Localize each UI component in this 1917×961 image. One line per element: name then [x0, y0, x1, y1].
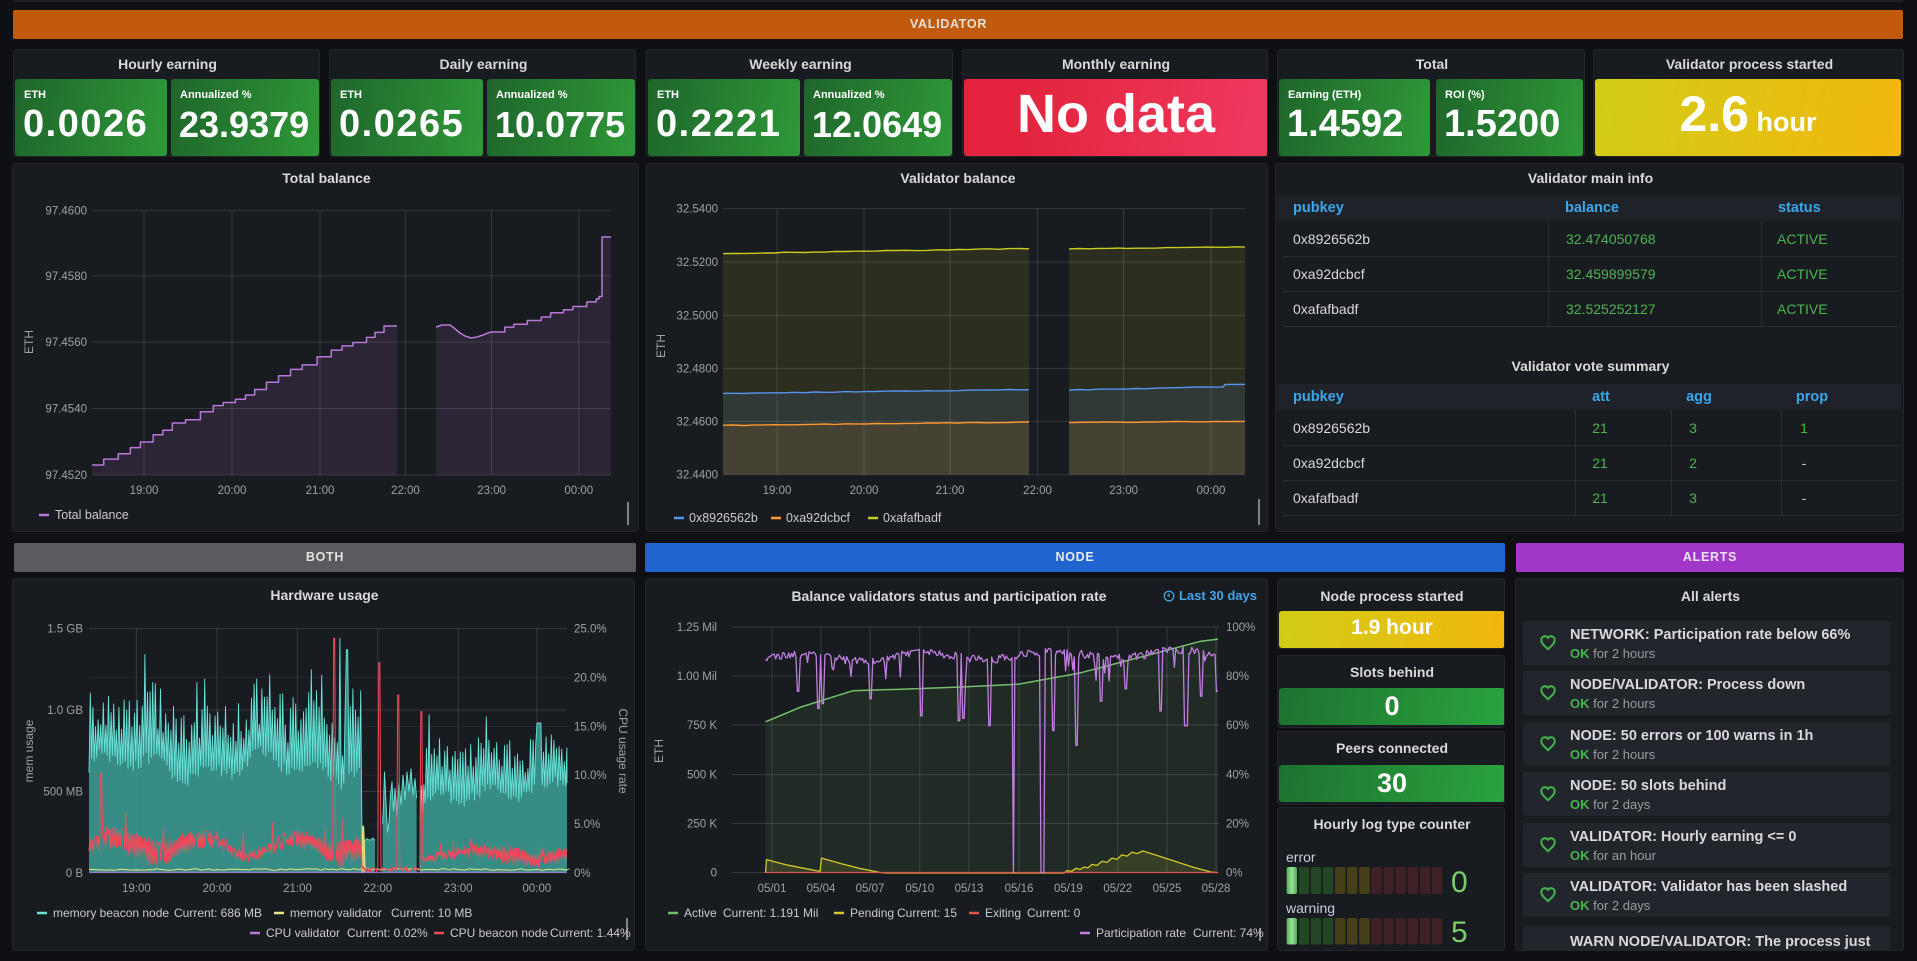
- svg-text:05/22: 05/22: [1103, 883, 1132, 895]
- svg-text:05/28: 05/28: [1202, 883, 1231, 895]
- svg-text:32.5200: 32.5200: [676, 257, 718, 269]
- svg-text:20%: 20%: [1226, 819, 1249, 831]
- svg-text:CPU usage rate: CPU usage rate: [616, 708, 630, 794]
- svg-text:500 MB: 500 MB: [43, 787, 83, 799]
- svg-text:05/16: 05/16: [1005, 883, 1034, 895]
- svg-text:05/07: 05/07: [856, 883, 885, 895]
- svg-text:97.4580: 97.4580: [45, 271, 87, 283]
- svg-text:1.0 GB: 1.0 GB: [47, 705, 83, 717]
- svg-text:warning: warning: [1285, 900, 1335, 916]
- svg-text:750 K: 750 K: [687, 720, 717, 732]
- svg-text:22:00: 22:00: [1023, 485, 1052, 497]
- svg-text:19:00: 19:00: [130, 485, 159, 497]
- svg-text:32.5000: 32.5000: [676, 310, 718, 322]
- svg-text:05/01: 05/01: [758, 883, 787, 895]
- svg-text:Current: 0.02%: Current: 0.02%: [347, 926, 428, 940]
- svg-text:CPU validator: CPU validator: [266, 926, 340, 940]
- svg-text:Pending: Pending: [850, 906, 894, 920]
- svg-text:00:00: 00:00: [523, 883, 552, 895]
- svg-text:memory validator: memory validator: [290, 906, 382, 920]
- svg-text:97.4600: 97.4600: [45, 206, 87, 218]
- svg-text:32.4400: 32.4400: [676, 470, 718, 482]
- svg-text:mem usage: mem usage: [22, 719, 36, 782]
- svg-text:Current: 1.44%: Current: 1.44%: [550, 926, 631, 940]
- svg-text:Active: Active: [684, 906, 717, 920]
- svg-text:500 K: 500 K: [687, 770, 717, 782]
- svg-text:0xafafbadf: 0xafafbadf: [883, 511, 942, 525]
- svg-text:0%: 0%: [574, 868, 591, 880]
- svg-text:21:00: 21:00: [936, 485, 965, 497]
- svg-text:21:00: 21:00: [306, 485, 335, 497]
- svg-text:250 K: 250 K: [687, 819, 717, 831]
- svg-text:32.5400: 32.5400: [676, 204, 718, 216]
- svg-text:22:00: 22:00: [363, 883, 392, 895]
- svg-text:0: 0: [711, 868, 717, 880]
- svg-text:0%: 0%: [1226, 868, 1243, 880]
- svg-text:60%: 60%: [1226, 720, 1249, 732]
- svg-text:0xa92dcbcf: 0xa92dcbcf: [786, 511, 850, 525]
- svg-text:19:00: 19:00: [122, 883, 151, 895]
- svg-text:Current: 15: Current: 15: [897, 906, 957, 920]
- svg-text:05/19: 05/19: [1054, 883, 1083, 895]
- svg-text:Current: 1.191 Mil: Current: 1.191 Mil: [723, 906, 818, 920]
- svg-text:Participation rate: Participation rate: [1096, 926, 1186, 940]
- svg-text:CPU beacon node: CPU beacon node: [450, 926, 548, 940]
- svg-text:5: 5: [1451, 916, 1468, 949]
- svg-text:Current: 686 MB: Current: 686 MB: [174, 906, 262, 920]
- svg-text:05/13: 05/13: [955, 883, 984, 895]
- svg-text:05/04: 05/04: [807, 883, 836, 895]
- svg-text:20:00: 20:00: [203, 883, 232, 895]
- svg-text:23:00: 23:00: [1109, 485, 1138, 497]
- svg-text:5.0%: 5.0%: [574, 819, 600, 831]
- svg-text:memory beacon node: memory beacon node: [53, 906, 169, 920]
- svg-text:00:00: 00:00: [564, 485, 593, 497]
- svg-text:40%: 40%: [1226, 770, 1249, 782]
- svg-text:0x8926562b: 0x8926562b: [689, 511, 758, 525]
- svg-text:ETH: ETH: [654, 334, 668, 358]
- svg-text:05/10: 05/10: [905, 883, 934, 895]
- svg-text:100%: 100%: [1226, 622, 1255, 634]
- svg-text:25.0%: 25.0%: [574, 624, 607, 636]
- svg-text:ETH: ETH: [22, 330, 36, 354]
- svg-text:97.4520: 97.4520: [45, 470, 87, 482]
- svg-text:1.00 Mil: 1.00 Mil: [677, 671, 717, 683]
- svg-text:97.4560: 97.4560: [45, 337, 87, 349]
- svg-text:05/25: 05/25: [1153, 883, 1182, 895]
- svg-text:error: error: [1286, 849, 1316, 865]
- svg-text:20:00: 20:00: [218, 485, 247, 497]
- svg-text:10.0%: 10.0%: [574, 770, 607, 782]
- svg-text:Exiting: Exiting: [985, 906, 1021, 920]
- svg-text:19:00: 19:00: [763, 485, 792, 497]
- svg-text:20:00: 20:00: [850, 485, 879, 497]
- svg-text:32.4800: 32.4800: [676, 363, 718, 375]
- svg-text:32.4600: 32.4600: [676, 416, 718, 428]
- svg-text:23:00: 23:00: [477, 485, 506, 497]
- svg-text:Total balance: Total balance: [55, 508, 129, 522]
- svg-text:1.5 GB: 1.5 GB: [47, 624, 83, 636]
- svg-text:00:00: 00:00: [1197, 485, 1226, 497]
- svg-text:Current: 10 MB: Current: 10 MB: [391, 906, 472, 920]
- svg-text:15.0%: 15.0%: [574, 721, 607, 733]
- svg-text:0: 0: [1451, 866, 1468, 899]
- svg-text:1.25 Mil: 1.25 Mil: [677, 622, 717, 634]
- svg-text:Current: 74%: Current: 74%: [1193, 926, 1264, 940]
- svg-text:23:00: 23:00: [444, 883, 473, 895]
- svg-text:21:00: 21:00: [283, 883, 312, 895]
- svg-text:ETH: ETH: [652, 739, 666, 763]
- svg-text:0 B: 0 B: [66, 868, 84, 880]
- svg-text:20.0%: 20.0%: [574, 672, 607, 684]
- svg-text:Current: 0: Current: 0: [1027, 906, 1081, 920]
- svg-text:97.4540: 97.4540: [45, 404, 87, 416]
- svg-text:22:00: 22:00: [391, 485, 420, 497]
- svg-text:80%: 80%: [1226, 671, 1249, 683]
